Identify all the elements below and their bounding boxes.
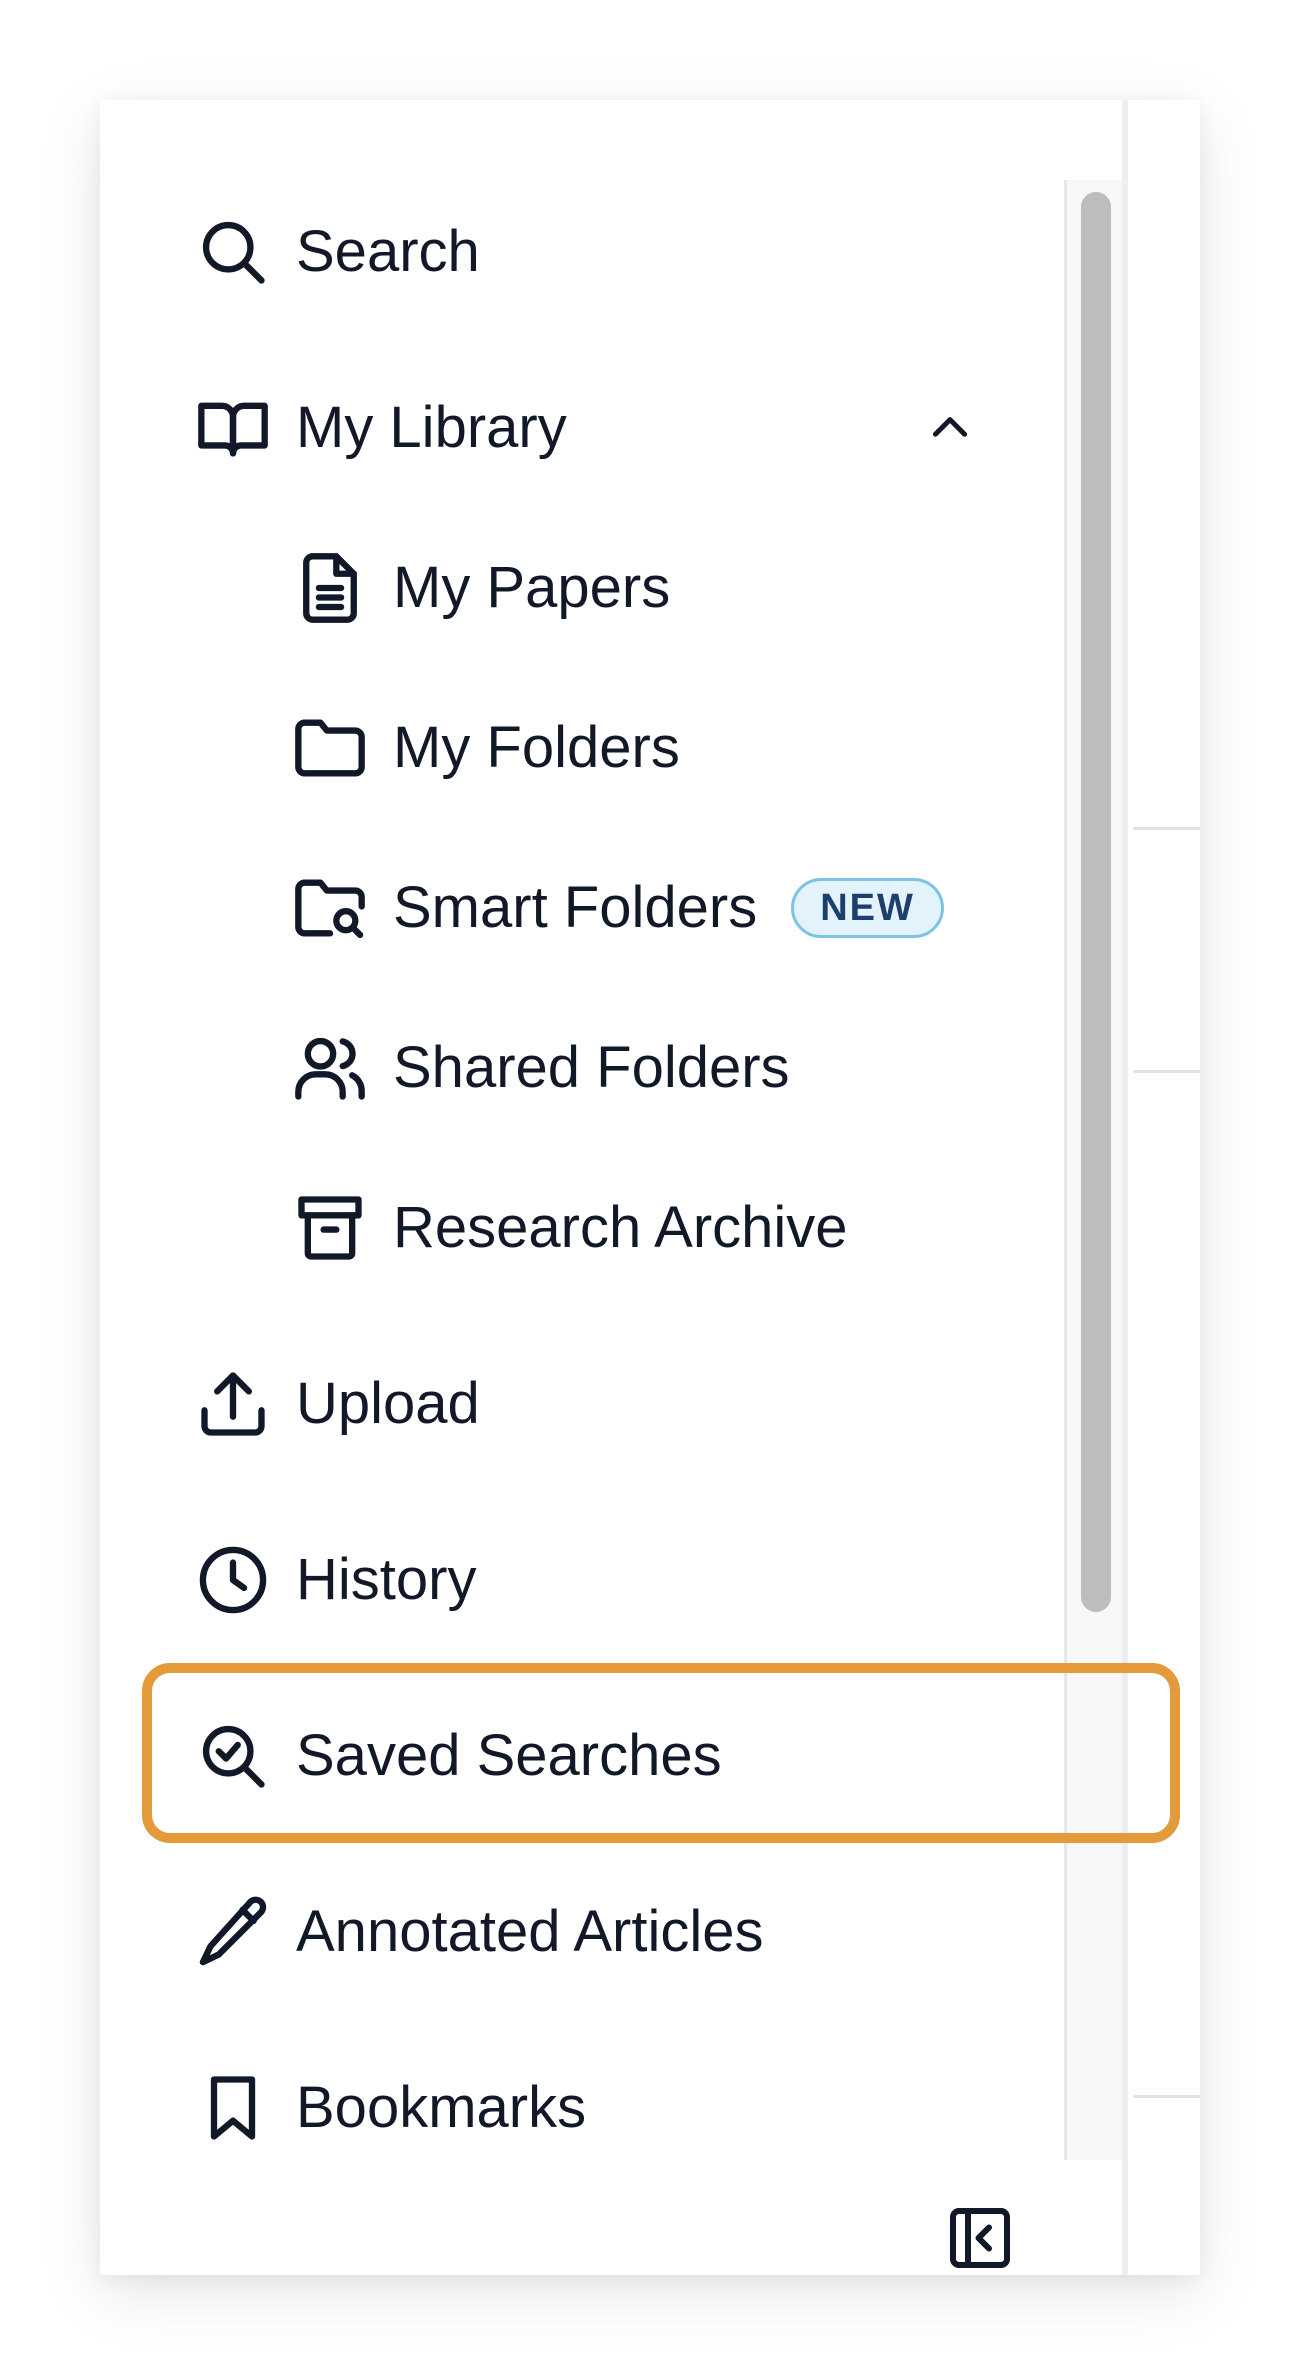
nav-item-label: Upload [296, 1371, 480, 1436]
nav-item-label: Shared Folders [393, 1035, 790, 1100]
nav-item-history[interactable]: History [195, 1520, 476, 1640]
clock-icon [195, 1539, 277, 1621]
nav-item-label: History [296, 1547, 477, 1612]
collapse-sidebar-icon [944, 2202, 1016, 2279]
nav-item-label: Search [296, 219, 480, 284]
folder-icon [292, 707, 374, 789]
nav-item-upload[interactable]: Upload [195, 1344, 480, 1464]
content-divider [1133, 1070, 1200, 1073]
new-badge: NEW [791, 878, 944, 938]
nav-item-shared-folders[interactable]: Shared Folders [292, 1008, 790, 1128]
content-divider [1133, 2095, 1200, 2098]
nav-item-label: Smart Folders [393, 875, 758, 940]
bookmark-icon [195, 2067, 277, 2149]
nav-item-label: Saved Searches [296, 1723, 722, 1788]
nav-item-my-papers[interactable]: My Papers [292, 528, 670, 648]
open-book-icon [195, 387, 277, 469]
folder-search-icon [292, 867, 374, 949]
pencil-icon [195, 1891, 277, 1973]
nav-item-annotated-articles[interactable]: Annotated Articles [195, 1872, 764, 1992]
content-pane-edge [1128, 100, 1200, 2275]
search-check-icon [195, 1715, 277, 1797]
nav-item-my-library[interactable]: My Library [195, 368, 1015, 488]
nav-item-label: My Folders [393, 715, 680, 780]
nav-item-bookmarks[interactable]: Bookmarks [195, 2048, 586, 2168]
users-icon [292, 1027, 374, 1109]
document-icon [292, 547, 374, 629]
nav-item-smart-folders[interactable]: Smart Folders NEW [292, 848, 944, 968]
nav-item-my-folders[interactable]: My Folders [292, 688, 680, 808]
nav-item-search[interactable]: Search [195, 192, 480, 312]
archive-box-icon [292, 1187, 374, 1269]
nav-item-research-archive[interactable]: Research Archive [292, 1168, 848, 1288]
nav-item-label: Bookmarks [296, 2075, 587, 2140]
nav-item-saved-searches[interactable]: Saved Searches [195, 1696, 722, 1816]
nav-item-label: My Papers [393, 555, 671, 620]
scrollbar-thumb[interactable] [1081, 192, 1111, 1612]
chevron-up-icon[interactable] [925, 403, 975, 453]
nav-item-label: My Library [296, 395, 567, 460]
upload-icon [195, 1363, 277, 1445]
search-icon [195, 211, 277, 293]
nav-item-label: Research Archive [393, 1195, 848, 1260]
content-divider [1133, 827, 1200, 830]
collapse-sidebar-button[interactable] [940, 2200, 1020, 2280]
nav-item-label: Annotated Articles [296, 1899, 764, 1964]
